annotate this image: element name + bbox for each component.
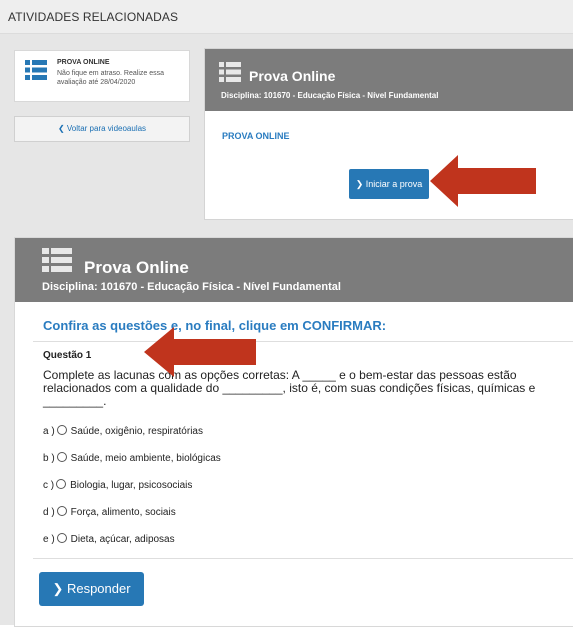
back-to-videos-button[interactable]: ❮ Voltar para videoaulas: [14, 116, 190, 142]
option-text: Força, alimento, sociais: [70, 507, 176, 518]
prova-card-discipline: Disciplina: 101670 - Educação Física - N…: [221, 91, 439, 100]
activity-card[interactable]: PROVA ONLINE Não fique em atraso. Realiz…: [14, 50, 190, 102]
exam-discipline: Disciplina: 101670 - Educação Física - N…: [42, 281, 341, 293]
radio-button[interactable]: [56, 479, 67, 489]
start-exam-button[interactable]: ❯ Iniciar a prova: [349, 169, 429, 199]
chevron-left-icon: ❮: [57, 124, 67, 133]
option-letter: d ): [43, 507, 55, 518]
chevron-right-icon: ❯: [355, 179, 366, 189]
answer-button[interactable]: ❯ Responder: [39, 572, 144, 606]
chevron-right-icon: ❯: [52, 581, 67, 596]
answer-button-label: Responder: [66, 581, 131, 596]
exam-header: Prova Online Disciplina: 101670 - Educaç…: [15, 238, 573, 302]
radio-button[interactable]: [56, 425, 67, 435]
divider: [33, 341, 573, 342]
option-text: Saúde, meio ambiente, biológicas: [70, 453, 221, 464]
arrow-left-icon: [144, 327, 256, 377]
activity-card-title: PROVA ONLINE: [57, 59, 110, 66]
option-text: Saúde, oxigênio, respiratórias: [70, 426, 203, 437]
radio-button[interactable]: [56, 506, 67, 516]
activity-card-text: Não fique em atraso. Realize essa avalia…: [57, 70, 164, 86]
option-letter: c ): [43, 480, 55, 491]
prova-online-label: PROVA ONLINE: [222, 131, 290, 141]
option-text: Biologia, lugar, psicosociais: [70, 480, 193, 491]
option-text: Dieta, açúcar, adiposas: [70, 534, 175, 545]
option-letter: e ): [43, 534, 55, 545]
section-title: ATIVIDADES RELACIONADAS: [8, 10, 179, 24]
prova-card-header: Prova Online Disciplina: 101670 - Educaç…: [205, 49, 573, 111]
list-icon: [219, 62, 241, 87]
prova-card-title: Prova Online: [249, 68, 336, 84]
list-icon: [25, 59, 47, 86]
exam-panel: Prova Online Disciplina: 101670 - Educaç…: [14, 237, 573, 627]
exam-title: Prova Online: [84, 258, 189, 277]
section-header: ATIVIDADES RELACIONADAS: [0, 0, 573, 34]
start-exam-label: Iniciar a prova: [365, 179, 423, 189]
radio-button[interactable]: [56, 533, 67, 543]
option-d[interactable]: d ) Força, alimento, sociais: [43, 506, 176, 518]
arrow-left-icon: [430, 155, 536, 207]
question-number: Questão 1: [43, 350, 92, 361]
list-icon: [42, 248, 72, 277]
option-letter: b ): [43, 453, 55, 464]
option-c[interactable]: c ) Biologia, lugar, psicosociais: [43, 479, 192, 491]
back-button-label: Voltar para videoaulas: [66, 124, 147, 133]
divider: [33, 558, 573, 559]
question-text: Complete as lacunas com as opções corret…: [43, 368, 536, 408]
option-b[interactable]: b ) Saúde, meio ambiente, biológicas: [43, 452, 221, 464]
radio-button[interactable]: [56, 452, 67, 462]
option-letter: a ): [43, 426, 55, 437]
option-a[interactable]: a ) Saúde, oxigênio, respiratórias: [43, 425, 203, 437]
option-e[interactable]: e ) Dieta, açúcar, adiposas: [43, 533, 175, 545]
